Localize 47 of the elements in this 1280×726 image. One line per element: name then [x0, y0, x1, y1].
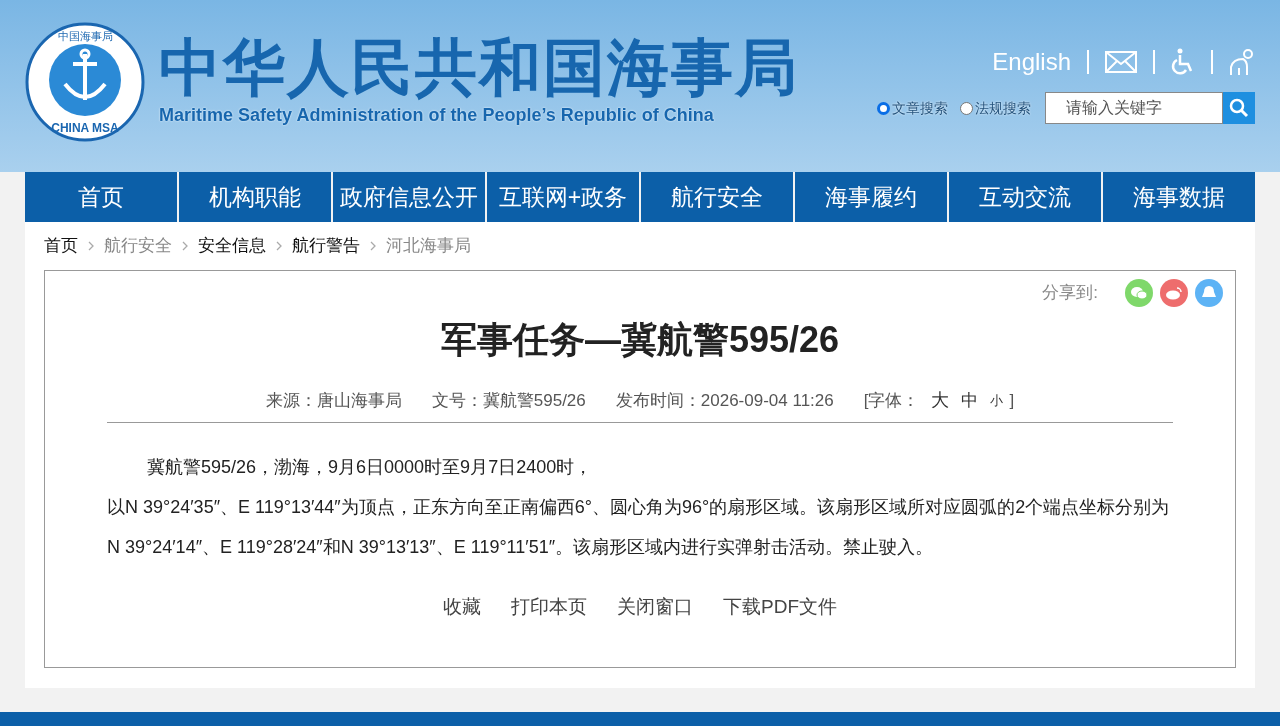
article-action-link[interactable]: 收藏 [443, 593, 481, 622]
article-meta: 发布时间：2026-09-04 11:26 [615, 389, 834, 412]
breadcrumb-link[interactable]: 首页 [44, 233, 78, 259]
search-scope-radio[interactable]: 法规搜索 [960, 97, 1031, 119]
article-action-link[interactable]: 打印本页 [511, 593, 587, 622]
font-size-link[interactable]: 大 [931, 387, 950, 414]
article-title: 军事任务—冀航警595/26 [439, 318, 841, 362]
nav-tab[interactable]: 海事履约 [795, 172, 947, 222]
font-size-link[interactable]: 中 [961, 387, 979, 414]
nav-tab[interactable]: 航行安全 [641, 172, 793, 222]
breadcrumb-link[interactable]: 安全信息 [198, 233, 266, 259]
article-action-link[interactable]: 关闭窗口 [617, 593, 693, 622]
article-paragraph: 冀航警595/26，渤海，9月6日0000时至9月7日2400时， [146, 456, 594, 479]
search-scope-radio[interactable]: 文章搜索 [877, 97, 948, 119]
article-meta: 文号：冀航警595/26 [431, 389, 586, 412]
elderly-person-icon[interactable] [1229, 48, 1255, 76]
mail-icon[interactable] [1105, 51, 1137, 73]
breadcrumb-chevron-icon [88, 241, 94, 251]
breadcrumb-link[interactable]: 航行警告 [292, 233, 360, 259]
breadcrumb-link[interactable]: 河北海事局 [386, 233, 471, 259]
breadcrumb-chevron-icon [276, 241, 282, 251]
wheelchair-icon[interactable] [1171, 48, 1195, 76]
font-size-label: [字体： [863, 389, 920, 412]
nav-tab[interactable]: 互动交流 [949, 172, 1101, 222]
font-size-link[interactable]: 小 [990, 390, 1004, 411]
weibo-share-icon[interactable] [1160, 279, 1188, 307]
share-label: 分享到: [1042, 282, 1098, 305]
qq-share-icon[interactable] [1195, 279, 1223, 307]
breadcrumb-chevron-icon [370, 241, 376, 251]
search-icon [1229, 98, 1249, 118]
search-button[interactable] [1223, 92, 1255, 124]
nav-tab[interactable]: 互联网+政务 [487, 172, 639, 222]
breadcrumb-chevron-icon [182, 241, 188, 251]
bracket-text: ] [1009, 389, 1015, 412]
site-subtitle: Maritime Safety Administration of the People’s Republic of China [159, 104, 715, 127]
nav-tab[interactable]: 海事数据 [1103, 172, 1255, 222]
nav-tab[interactable]: 机构职能 [179, 172, 331, 222]
article-action-link[interactable]: 下载PDF文件 [723, 593, 837, 622]
article-paragraph: 以N 39°24′35″、E 119°13′44″为顶点，正东方向至正南偏西6°、圆心角为96°的扇形区域。该扇形区域所对应圆弧的2个端点坐标分别为N 39°24′14″、E 119°28′24″和N 39°13′13″、E 119°11′51″。该扇形区域内进行实弹射击活动。禁止驶入。 [107, 496, 1171, 559]
wechat-share-icon[interactable] [1125, 279, 1153, 307]
anchor-emblem-logo: 中国海事局 CHINA MSA [25, 22, 145, 142]
article-meta: 来源：唐山海事局 [265, 389, 402, 412]
search-field[interactable]: 请输入关键字 [1045, 92, 1223, 124]
site-title: 中华人民共和国海事局 [159, 34, 799, 102]
nav-tab[interactable]: 首页 [25, 172, 177, 222]
breadcrumb-link[interactable]: 航行安全 [104, 233, 172, 259]
nav-tab[interactable]: 政府信息公开 [333, 172, 485, 222]
